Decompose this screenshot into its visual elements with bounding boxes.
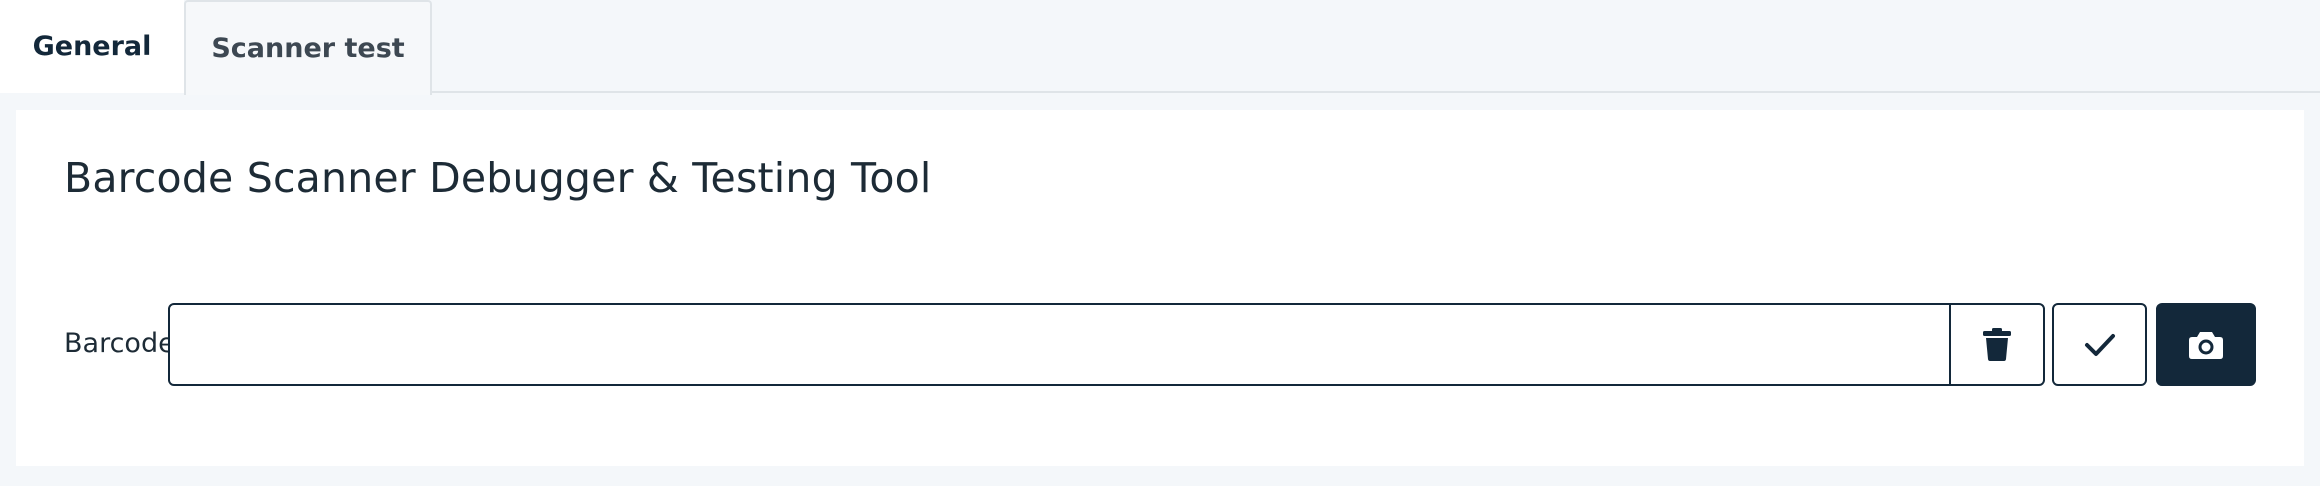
camera-icon [2189,331,2223,359]
scanner-test-card: Barcode Scanner Debugger & Testing Tool … [16,110,2304,466]
camera-scan-button[interactable] [2156,303,2256,386]
confirm-barcode-button[interactable] [2052,303,2147,386]
barcode-input[interactable] [168,303,1952,386]
clear-barcode-button[interactable] [1949,303,2045,386]
barcode-label: Barcode [64,328,175,359]
tab-scanner-test-label: Scanner test [211,33,405,64]
trash-icon [1983,328,2011,361]
tab-scanner-test[interactable]: Scanner test [184,0,432,95]
tab-general[interactable]: General [0,0,184,93]
tab-bar: General Scanner test [0,0,2320,95]
page-title: Barcode Scanner Debugger & Testing Tool [64,154,932,202]
check-icon [2084,333,2116,357]
tab-general-label: General [32,31,152,62]
